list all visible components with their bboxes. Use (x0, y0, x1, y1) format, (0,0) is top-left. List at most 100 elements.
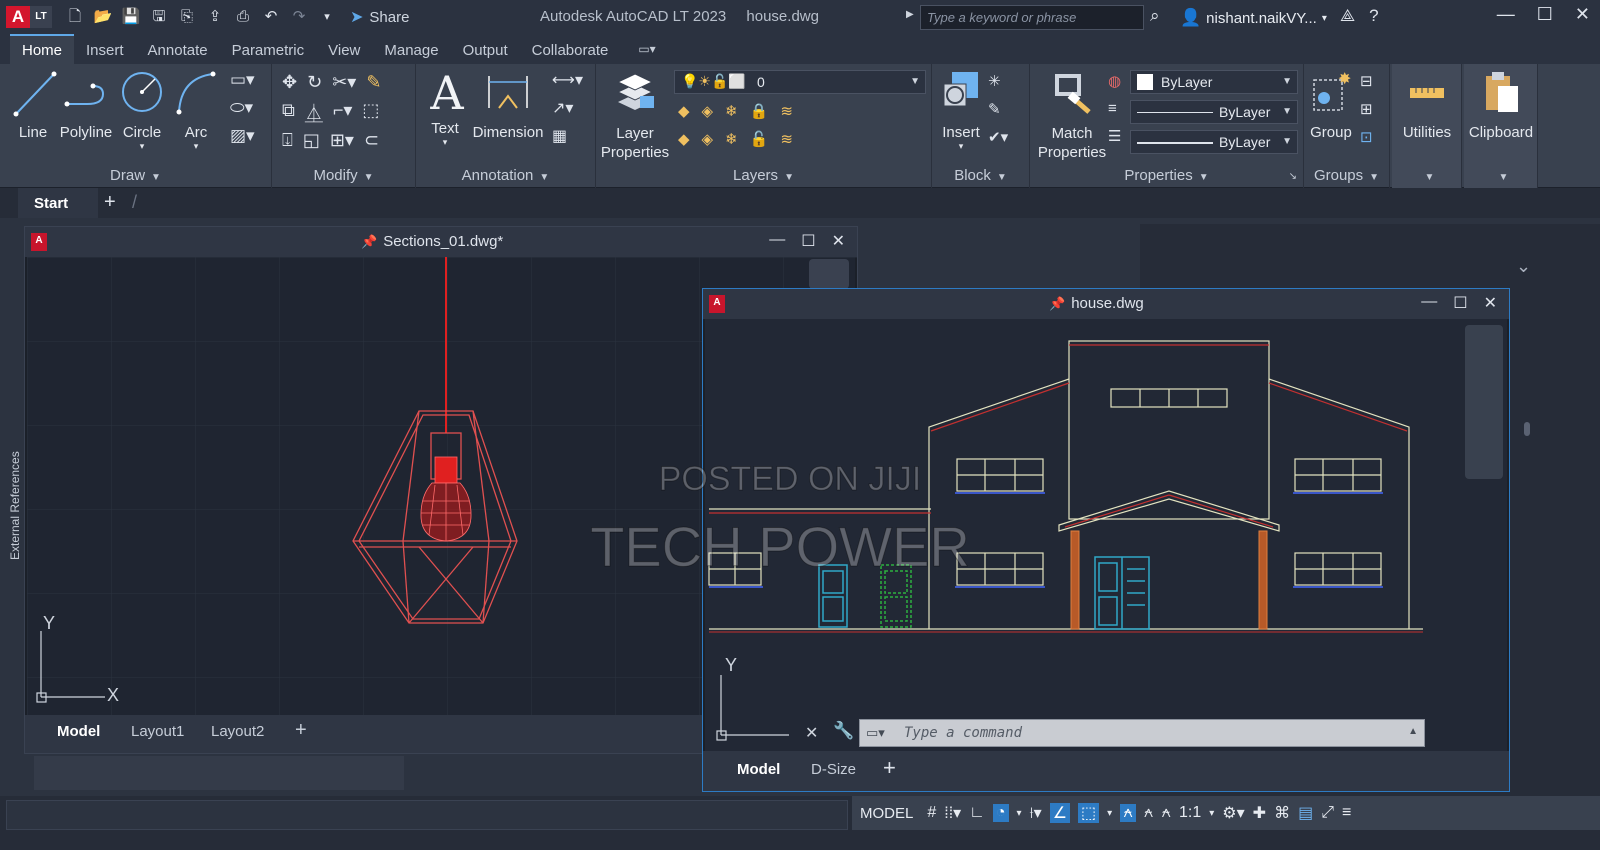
utilities-panel[interactable]: Utilities ▼ (1392, 64, 1462, 188)
group-edit-icon[interactable]: ⊞ (1360, 100, 1373, 118)
chevron-down-icon[interactable]: ⌄ (1516, 256, 1531, 277)
add-layout-plus-icon[interactable]: + (883, 755, 896, 781)
arc-tool[interactable]: Arc ▾ (172, 68, 220, 152)
search-input[interactable]: Type a keyword or phrase (920, 5, 1144, 30)
wrench-icon[interactable]: 🔧 (833, 721, 854, 741)
create-block-icon[interactable]: ✳ (988, 72, 1008, 90)
print-icon[interactable]: ⎙ (232, 6, 254, 28)
open-folder-icon[interactable]: 📂 (92, 6, 114, 28)
explode-icon[interactable]: ⬚ (362, 100, 379, 126)
leader-icon[interactable]: ↗▾ (552, 98, 583, 118)
group-tool[interactable]: ✸ Group (1308, 68, 1354, 141)
user-account[interactable]: 👤 nishant.naikVY... ▾ (1180, 8, 1327, 28)
tab-collaborate[interactable]: Collaborate (520, 36, 621, 64)
grid-icon[interactable]: # (927, 804, 936, 822)
close-icon[interactable]: ✕ (832, 231, 845, 251)
rotate-icon[interactable]: ↻ (307, 72, 322, 93)
properties-panel-title[interactable]: Properties ▼ (1030, 167, 1303, 184)
maximize-icon[interactable]: ☐ (1453, 293, 1467, 313)
clipboard-tool[interactable]: Clipboard (1464, 68, 1538, 141)
layer-previous-icon[interactable]: ≋ (780, 130, 793, 148)
annotation-scale-icon[interactable]: ⍲ (1161, 804, 1171, 822)
minimize-icon[interactable]: — (1421, 293, 1437, 313)
minimize-icon[interactable]: — (1497, 4, 1515, 25)
layer-lock-icon[interactable]: 🔒 (750, 102, 769, 120)
table-icon[interactable]: ▦ (552, 126, 583, 146)
quick-properties-icon[interactable]: ▤ (1298, 803, 1313, 823)
trim-icon[interactable]: ✂▾ (332, 72, 356, 93)
tab-model[interactable]: Model (737, 761, 780, 778)
command-history-icon[interactable]: ▲ (1408, 726, 1418, 737)
layer-unlock-icon[interactable]: 🔓 (750, 130, 769, 148)
undo-icon[interactable]: ↶ (260, 6, 282, 28)
tab-view[interactable]: View (316, 36, 372, 64)
layer-thaw-icon[interactable]: ❄ (725, 130, 738, 148)
tab-manage[interactable]: Manage (372, 36, 450, 64)
lineweight-dropdown[interactable]: ByLayer ▼ (1130, 130, 1298, 154)
maximize-icon[interactable]: ☐ (801, 231, 815, 251)
external-references-label[interactable]: External References (8, 451, 22, 560)
command-line[interactable]: ▭▾ Type a command ▲ (859, 719, 1425, 747)
polar-tracking-icon[interactable]: ◔ (992, 804, 1009, 822)
app-logo[interactable]: A LT (6, 6, 54, 28)
stretch-icon[interactable]: ⍗ (282, 130, 293, 151)
import-icon[interactable]: ⎘ (176, 6, 198, 28)
new-file-icon[interactable]: 🗋 (64, 6, 86, 28)
autodesk-app-icon[interactable]: ⟁ (1340, 6, 1355, 26)
share-button[interactable]: ➤ Share (350, 7, 409, 27)
save-as-icon[interactable]: 🖫 (148, 6, 170, 28)
new-tab-plus-icon[interactable]: + (104, 191, 116, 214)
scale-icon[interactable]: ◱ (303, 130, 320, 151)
close-icon[interactable]: ✕ (1484, 293, 1497, 313)
color-dropdown[interactable]: ByLayer ▼ (1130, 70, 1298, 94)
add-layout-plus-icon[interactable]: + (295, 719, 307, 742)
clean-screen-icon[interactable]: ⤢ (1321, 804, 1334, 822)
snap-icon[interactable]: ⁞⁞▾ (944, 803, 961, 823)
layer-match-icon[interactable]: ≋ (780, 102, 793, 120)
layer-isolate-icon[interactable]: ◈ (702, 102, 714, 120)
search-icon[interactable]: ⌕ (1150, 6, 1160, 26)
save-icon[interactable]: 💾 (120, 6, 142, 28)
layer-dropdown[interactable]: 💡☀🔓⬜ 0 ▼ (674, 70, 926, 94)
polyline-tool[interactable]: Polyline (58, 68, 114, 141)
scrollbar-thumb[interactable] (1524, 422, 1530, 436)
edit-block-icon[interactable]: ✎ (988, 100, 1008, 118)
dimension-tool[interactable]: Dimension (472, 68, 544, 141)
insert-tool[interactable]: Insert ▾ (936, 68, 986, 152)
utilities-tool[interactable]: Utilities (1392, 68, 1462, 141)
layer-freeze-icon[interactable]: ❄ (725, 102, 738, 120)
properties-launcher-icon[interactable]: ↘ (1289, 171, 1297, 182)
modify-panel-title[interactable]: Modify ▼ (272, 167, 415, 184)
annotation-scale-value[interactable]: 1:1 (1179, 804, 1201, 822)
tab-d-size[interactable]: D-Size (811, 761, 856, 778)
move-icon[interactable]: ✥ (282, 72, 297, 93)
offset-icon[interactable]: ⊂ (364, 130, 379, 151)
tab-parametric[interactable]: Parametric (220, 36, 317, 64)
text-tool[interactable]: A Text ▾ (424, 68, 466, 148)
plus-icon[interactable]: ✚ (1253, 803, 1266, 823)
groups-panel-title[interactable]: Groups ▼ (1304, 167, 1389, 184)
chevron-down-icon[interactable]: ▾ (1107, 808, 1112, 819)
layers-panel-title[interactable]: Layers ▼ (596, 167, 931, 184)
layer-unisolate-icon[interactable]: ◈ (702, 130, 714, 148)
tab-layout2[interactable]: Layout2 (211, 723, 264, 740)
chevron-down-icon[interactable]: ▾ (1017, 808, 1022, 819)
erase-icon[interactable]: ✎ (366, 72, 381, 93)
copy-icon[interactable]: ⧉ (282, 100, 295, 126)
navigation-bar[interactable] (1465, 325, 1503, 479)
close-icon[interactable]: ✕ (1575, 4, 1590, 25)
ortho-icon[interactable]: ∟ (969, 804, 985, 822)
chevron-down-icon[interactable]: ▾ (1209, 808, 1214, 819)
annotation-visibility-icon[interactable]: ⍲ (1120, 804, 1136, 822)
gear-icon[interactable]: ⚙▾ (1222, 803, 1244, 823)
block-panel-title[interactable]: Block ▼ (932, 167, 1029, 184)
autoscale-icon[interactable]: ⍲ (1144, 804, 1154, 822)
customize-qat-icon[interactable]: ▾ (316, 6, 338, 28)
tab-annotate[interactable]: Annotate (136, 36, 220, 64)
fillet-icon[interactable]: ⌐▾ (333, 100, 353, 126)
linear-dim-icon[interactable]: ⟷▾ (552, 70, 583, 90)
sections-title-bar[interactable]: A 📌 Sections_01.dwg* — ☐ ✕ (25, 227, 857, 257)
close-command-icon[interactable]: ✕ (805, 723, 818, 743)
house-title-bar[interactable]: A 📌 house.dwg — ☐ ✕ (703, 289, 1509, 319)
maximize-icon[interactable]: ☐ (1537, 4, 1553, 25)
